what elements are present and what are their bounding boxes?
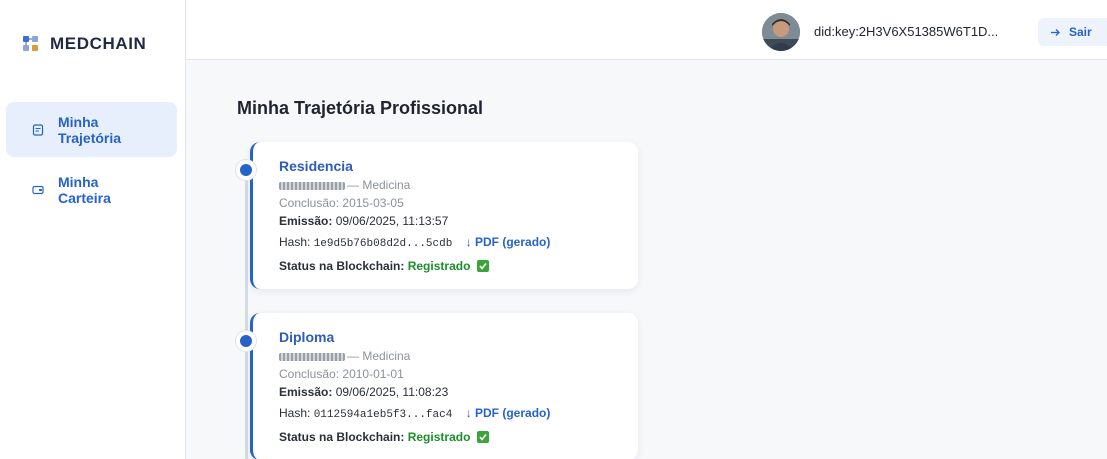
- hash-label: Hash:: [279, 235, 311, 249]
- issue-date: 09/06/2025, 11:13:57: [335, 214, 449, 228]
- logout-button[interactable]: Sair: [1038, 18, 1107, 46]
- hash-value[interactable]: 0112594a1eb5f3...fac4: [314, 409, 453, 421]
- redacted-institution: [279, 181, 345, 190]
- logout-arrow-icon: [1051, 28, 1060, 36]
- hash-label: Hash:: [279, 406, 311, 420]
- avatar[interactable]: [762, 13, 800, 51]
- institution-row: — Medicina: [279, 347, 638, 365]
- status-badge: Registrado: [407, 259, 471, 273]
- sidebar-item-label: Minha Carteira: [58, 173, 111, 206]
- course-name: — Medicina: [347, 178, 411, 192]
- document-icon: [32, 123, 44, 136]
- brand[interactable]: MEDCHAIN: [22, 32, 146, 56]
- timeline-card: Residencia — Medicina Conclusão: 2015-03…: [250, 142, 638, 289]
- hash-row: Hash: 1e9d5b76b08d2d...5cdb ↓ PDF (gerad…: [279, 233, 638, 253]
- download-arrow-icon: ↓: [465, 235, 472, 249]
- timeline-dot: [236, 331, 256, 351]
- wallet-icon: [32, 185, 44, 194]
- timeline-line: [245, 160, 248, 459]
- issue-date: 09/06/2025, 11:08:23: [335, 385, 449, 399]
- timeline-dot: [236, 160, 256, 180]
- status-row: Status na Blockchain: Registrado: [279, 257, 638, 275]
- pdf-download-link[interactable]: ↓ PDF (gerado): [466, 406, 551, 420]
- medchain-logo-icon: [23, 36, 38, 51]
- hash-row: Hash: 0112594a1eb5f3...fac4 ↓ PDF (gerad…: [279, 404, 638, 424]
- issue-label: Emissão:: [279, 385, 333, 399]
- issue-label: Emissão:: [279, 214, 333, 228]
- hash-value[interactable]: 1e9d5b76b08d2d...5cdb: [314, 238, 453, 250]
- issue-row: Emissão: 09/06/2025, 11:08:23: [279, 383, 638, 401]
- sidebar: MEDCHAIN Minha Trajetória Minha Carteira: [0, 0, 186, 459]
- app-root: MEDCHAIN Minha Trajetória Minha Carteira: [0, 0, 1107, 459]
- status-badge: Registrado: [407, 430, 471, 444]
- conclusion-row: Conclusão: 2010-01-01: [279, 365, 638, 383]
- page-title: Minha Trajetória Profissional: [237, 98, 484, 118]
- status-row: Status na Blockchain: Registrado: [279, 428, 638, 446]
- status-label: Status na Blockchain:: [279, 259, 405, 273]
- conclusion-label: Conclusão:: [279, 367, 340, 381]
- course-name: — Medicina: [347, 349, 411, 363]
- conclusion-date: 2010-01-01: [342, 367, 404, 381]
- status-label: Status na Blockchain:: [279, 430, 405, 444]
- user-avatar-icon: [762, 13, 800, 51]
- pdf-label: PDF (gerado): [475, 235, 551, 249]
- credential-title: Residencia: [279, 158, 353, 174]
- conclusion-label: Conclusão:: [279, 196, 340, 210]
- pdf-download-link[interactable]: ↓ PDF (gerado): [466, 235, 551, 249]
- issue-row: Emissão: 09/06/2025, 11:13:57: [279, 212, 638, 230]
- logout-label: Sair: [1069, 25, 1092, 39]
- conclusion-date: 2015-03-05: [342, 196, 404, 210]
- sidebar-item-minha-carteira[interactable]: Minha Carteira: [6, 162, 177, 217]
- sidebar-nav: Minha Trajetória Minha Carteira: [6, 102, 177, 222]
- sidebar-item-minha-trajetoria[interactable]: Minha Trajetória: [6, 102, 177, 157]
- redacted-institution: [279, 352, 345, 361]
- credential-title: Diploma: [279, 329, 335, 345]
- timeline-card: Diploma — Medicina Conclusão: 2010-01-01…: [250, 313, 638, 459]
- pdf-label: PDF (gerado): [475, 406, 551, 420]
- sidebar-item-label: Minha Trajetória: [58, 113, 122, 146]
- conclusion-row: Conclusão: 2015-03-05: [279, 194, 638, 212]
- check-icon: [476, 431, 489, 443]
- download-arrow-icon: ↓: [465, 406, 472, 420]
- institution-row: — Medicina: [279, 176, 638, 194]
- did-identifier: did:key:2H3V6X51385W6T1D...: [814, 24, 999, 39]
- topbar: did:key:2H3V6X51385W6T1D... Sair: [186, 0, 1107, 60]
- brand-name: MEDCHAIN: [50, 34, 147, 53]
- check-icon: [476, 260, 489, 272]
